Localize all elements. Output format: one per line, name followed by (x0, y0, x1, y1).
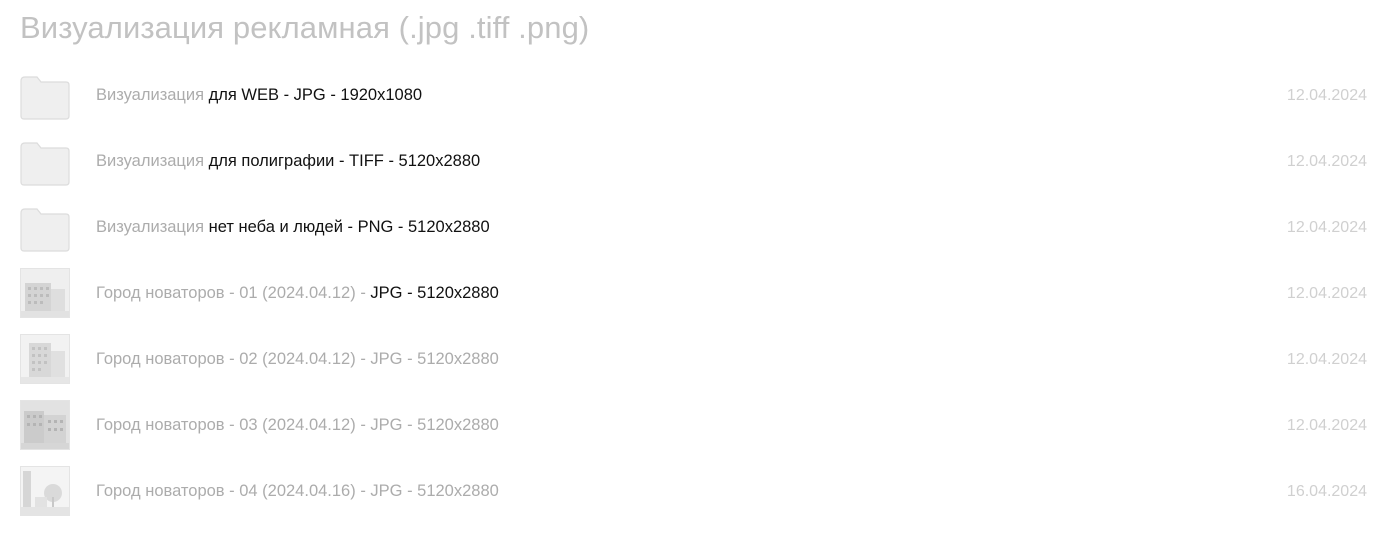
item-name-muted: Город новаторов - 03 (2024.04.12) - JPG … (96, 416, 499, 434)
item-name[interactable]: Город новаторов - 03 (2024.04.12) - JPG … (96, 416, 499, 435)
item-date: 12.04.2024 (1286, 417, 1367, 434)
page-title: Визуализация рекламная (.jpg .tiff .png) (20, 10, 590, 45)
folder-icon (20, 70, 70, 120)
list-item-image[interactable]: Город новаторов - 04 (2024.04.16) - JPG … (0, 460, 1388, 526)
folder-icon (20, 202, 70, 252)
image-thumbnail (20, 400, 70, 450)
item-name-dark: для полиграфии - TIFF - 5120x2880 (204, 152, 481, 170)
item-date: 12.04.2024 (1286, 219, 1367, 236)
item-name-muted: Визуализация (96, 218, 205, 236)
list-item-folder[interactable]: Визуализация для полиграфии - TIFF - 512… (0, 130, 1388, 196)
item-name[interactable]: Визуализация для полиграфии - TIFF - 512… (96, 152, 480, 171)
list-item-image[interactable]: Город новаторов - 01 (2024.04.12) - JPG … (0, 262, 1388, 328)
item-date: 12.04.2024 (1286, 285, 1367, 302)
item-name[interactable]: Город новаторов - 01 (2024.04.12) - JPG … (96, 284, 499, 303)
item-date: 16.04.2024 (1286, 483, 1367, 500)
image-thumbnail (20, 466, 70, 516)
list-item-image[interactable]: Город новаторов - 03 (2024.04.12) - JPG … (0, 394, 1388, 460)
item-date: 12.04.2024 (1286, 153, 1367, 170)
folder-icon (20, 136, 70, 186)
item-name-dark: JPG - 5120x2880 (370, 284, 499, 302)
image-thumbnail (20, 268, 70, 318)
item-name[interactable]: Город новаторов - 02 (2024.04.12) - JPG … (96, 350, 499, 369)
item-name-muted: Визуализация (96, 152, 205, 170)
item-name-muted: Город новаторов - 01 (2024.04.12) - (96, 284, 371, 302)
item-name[interactable]: Визуализация нет неба и людей - PNG - 51… (96, 218, 490, 237)
item-name-muted: Визуализация (96, 86, 205, 104)
item-name-dark: нет неба и людей - PNG - 5120x2880 (204, 218, 490, 236)
item-name-dark: для WEB - JPG - 1920x1080 (204, 86, 423, 104)
list-item-folder[interactable]: Визуализация нет неба и людей - PNG - 51… (0, 196, 1388, 262)
item-date: 12.04.2024 (1286, 87, 1367, 104)
item-name-muted: Город новаторов - 04 (2024.04.16) - JPG … (96, 482, 499, 500)
item-name[interactable]: Визуализация для WEB - JPG - 1920x1080 (96, 86, 422, 105)
item-name[interactable]: Город новаторов - 04 (2024.04.16) - JPG … (96, 482, 499, 501)
image-thumbnail (20, 334, 70, 384)
file-list: Визуализация для WEB - JPG - 1920x1080 1… (0, 64, 1388, 526)
item-date: 12.04.2024 (1286, 351, 1367, 368)
list-item-image[interactable]: Город новаторов - 02 (2024.04.12) - JPG … (0, 328, 1388, 394)
list-item-folder[interactable]: Визуализация для WEB - JPG - 1920x1080 1… (0, 64, 1388, 130)
item-name-muted: Город новаторов - 02 (2024.04.12) - JPG … (96, 350, 499, 368)
